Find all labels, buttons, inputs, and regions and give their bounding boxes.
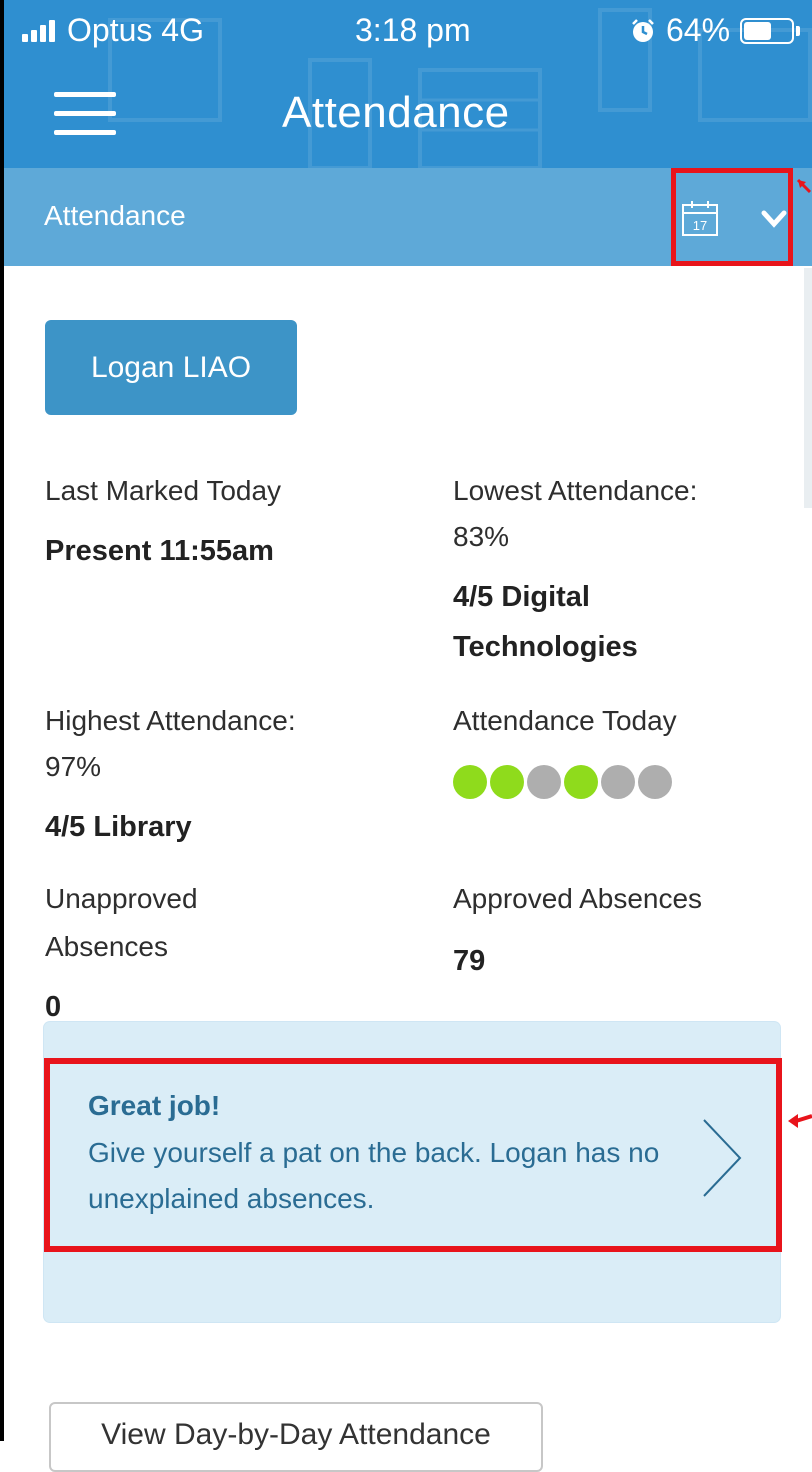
lowest-attendance-label: Lowest Attendance: [453, 475, 698, 506]
section-title: Attendance [44, 200, 186, 231]
battery-icon [740, 17, 795, 44]
status-right: 64% [630, 12, 801, 49]
status-time: 3:18 pm [355, 12, 471, 48]
attendance-today-label: Attendance Today [453, 705, 677, 736]
attendance-period-dot [490, 765, 524, 799]
page-title: Attendance [282, 88, 510, 137]
attendance-today-dots [453, 765, 672, 799]
signal-icon [22, 19, 55, 42]
attendance-period-dot [564, 765, 598, 799]
battery-percent: 64% [666, 12, 731, 48]
status-bar: Optus 4G 3:18 pm 64% [0, 0, 812, 60]
carrier-label: Optus 4G [67, 12, 204, 48]
carrier-group: Optus 4G [22, 12, 204, 49]
annotation-arrow-icon [788, 1114, 812, 1128]
alert-title: Great job! [88, 1090, 221, 1121]
student-selector-button[interactable]: Logan LIAO [45, 320, 297, 415]
alarm-icon [632, 18, 654, 42]
lowest-attendance-percent: 83% [453, 521, 510, 552]
app-header: Optus 4G 3:18 pm 64% Attendance [0, 0, 812, 168]
image-border [0, 0, 4, 1441]
highest-attendance-subject: 4/5 Library [45, 811, 192, 843]
chevron-right-icon[interactable] [700, 1116, 744, 1200]
highest-attendance-percent: 97% [45, 751, 102, 782]
unapproved-absences-label-2: Absences [45, 931, 168, 962]
lowest-attendance-subject-1: 4/5 Digital [453, 581, 590, 613]
unapproved-absences-label-1: Unapproved [45, 883, 198, 914]
annotation-arrow-icon [796, 178, 812, 194]
annotation-box-calendar [671, 168, 793, 266]
approved-absences-value: 79 [453, 945, 486, 977]
last-marked-value: Present 11:55am [45, 535, 274, 567]
hamburger-icon[interactable] [54, 92, 116, 136]
lowest-attendance-subject-2: Technologies [453, 631, 638, 663]
attendance-period-dot [453, 765, 487, 799]
highest-attendance-label: Highest Attendance: [45, 705, 296, 736]
approved-absences-label: Approved Absences [453, 883, 703, 914]
battery-nub [796, 25, 801, 36]
attendance-period-dot [527, 765, 561, 799]
alert-message: Give yourself a pat on the back. Logan h… [88, 1137, 660, 1214]
view-day-by-day-button[interactable]: View Day-by-Day Attendance [49, 1402, 543, 1472]
last-marked-label: Last Marked Today [45, 475, 282, 506]
attendance-period-dot [638, 765, 672, 799]
scrollbar[interactable] [804, 268, 812, 508]
attendance-period-dot [601, 765, 635, 799]
